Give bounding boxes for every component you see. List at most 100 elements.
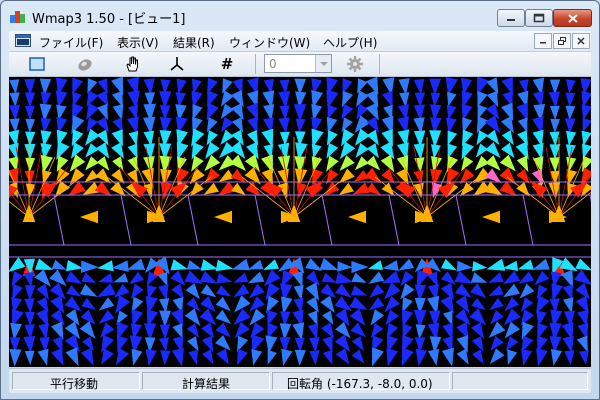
- pan-hand-button[interactable]: [120, 53, 146, 75]
- field-arrow: [521, 349, 533, 366]
- field-arrow: [574, 269, 591, 285]
- field-arrow: [415, 348, 428, 367]
- field-arrow: [382, 260, 399, 271]
- field-arrow: [386, 348, 398, 367]
- field-arrow: [126, 258, 146, 270]
- field-arrow: [384, 296, 400, 313]
- document-window-icon[interactable]: [15, 34, 31, 47]
- field-arrow: [113, 273, 129, 283]
- rotate-object-button[interactable]: [72, 53, 98, 75]
- field-arrow: [385, 309, 399, 326]
- field-arrow: [368, 260, 384, 270]
- vector-field-viewport[interactable]: [9, 77, 591, 367]
- close-icon: [567, 13, 578, 23]
- field-arrow: [350, 322, 366, 338]
- field-arrow: [469, 308, 487, 326]
- axes-button[interactable]: [164, 53, 190, 75]
- field-arrow: [72, 77, 83, 95]
- field-arrow: [548, 91, 560, 108]
- field-arrow: [24, 298, 35, 314]
- select-rect-button[interactable]: [24, 53, 50, 75]
- field-arrow: [517, 117, 528, 133]
- field-arrow: [382, 90, 393, 108]
- field-arrow: [351, 336, 364, 352]
- field-arrow: [562, 335, 574, 353]
- pan-hand-icon: [126, 56, 138, 72]
- field-arrow: [566, 130, 577, 147]
- field-arrow: [326, 155, 339, 172]
- menu-help[interactable]: ヘルプ(H): [323, 34, 377, 51]
- field-arrow: [334, 296, 352, 312]
- menu-window[interactable]: ウィンドウ(W): [229, 34, 310, 51]
- child-restore-button[interactable]: [553, 33, 571, 49]
- field-arrow: [206, 102, 219, 121]
- value-combo[interactable]: 0: [264, 54, 332, 73]
- status-panel-result: 計算結果: [142, 372, 270, 391]
- settings-action-button[interactable]: [342, 53, 368, 75]
- combo-dropdown-button[interactable]: [315, 55, 331, 72]
- field-arrow: [484, 181, 503, 196]
- field-arrow: [320, 295, 335, 313]
- field-arrow: [335, 272, 354, 284]
- field-arrow: [263, 259, 279, 270]
- menu-result[interactable]: 結果(R): [173, 34, 215, 51]
- vector-field-canvas[interactable]: [9, 77, 591, 367]
- frame-line: [254, 194, 266, 246]
- field-arrow: [184, 308, 201, 326]
- field-arrow: [215, 259, 234, 272]
- field-arrow: [534, 270, 550, 286]
- field-arrow: [365, 102, 379, 121]
- field-arrow: [502, 270, 521, 285]
- field-arrow: [97, 103, 108, 121]
- status-panel-empty: [452, 372, 588, 390]
- field-arrow: [532, 258, 550, 270]
- field-arrow: [278, 117, 290, 134]
- field-arrow: [322, 335, 333, 353]
- field-arrow: [472, 261, 488, 272]
- maximize-button[interactable]: [525, 9, 553, 27]
- field-arrow: [114, 284, 130, 298]
- maximize-icon: [533, 13, 545, 23]
- field-arrow: [9, 349, 22, 367]
- close-button[interactable]: [553, 9, 592, 27]
- field-arrow: [472, 336, 484, 352]
- field-arrow: [505, 336, 519, 351]
- field-arrow: [565, 92, 576, 108]
- field-arrow: [95, 142, 110, 159]
- field-arrow: [488, 321, 506, 338]
- field-arrow: [504, 321, 520, 339]
- field-arrow: [248, 259, 264, 270]
- field-arrow: [24, 350, 35, 366]
- field-arrow: [575, 282, 590, 300]
- field-arrow: [565, 105, 576, 121]
- child-close-button[interactable]: [572, 33, 590, 49]
- field-arrow: [415, 324, 426, 340]
- field-arrow: [129, 271, 144, 285]
- field-arrow: [9, 79, 20, 95]
- field-arrow: [115, 295, 130, 314]
- child-minimize-button[interactable]: [534, 33, 552, 49]
- field-arrow: [482, 210, 500, 224]
- field-arrow: [446, 104, 457, 120]
- frame-line: [388, 194, 400, 246]
- field-arrow: [216, 348, 229, 365]
- field-arrow: [489, 297, 504, 311]
- field-arrow: [64, 296, 82, 312]
- field-arrow: [171, 347, 184, 367]
- grid-hash-button[interactable]: #: [214, 53, 240, 75]
- field-arrow: [171, 283, 185, 300]
- field-arrow: [461, 141, 474, 160]
- field-arrow: [342, 90, 353, 108]
- field-arrow: [158, 284, 169, 301]
- field-arrow: [38, 323, 50, 340]
- menu-file[interactable]: ファイル(F): [39, 34, 103, 51]
- field-arrow: [233, 284, 250, 298]
- minimize-button[interactable]: [497, 9, 525, 27]
- field-arrow: [447, 91, 457, 107]
- app-window: Wmap3 1.50 - [ビュー1] ファイル(F) 表示(V) 結果(R) …: [0, 0, 600, 400]
- field-arrow: [502, 260, 519, 271]
- field-arrow: [176, 78, 187, 95]
- menu-view[interactable]: 表示(V): [117, 34, 159, 51]
- field-arrow: [160, 350, 171, 366]
- title-bar[interactable]: Wmap3 1.50 - [ビュー1]: [1, 1, 599, 31]
